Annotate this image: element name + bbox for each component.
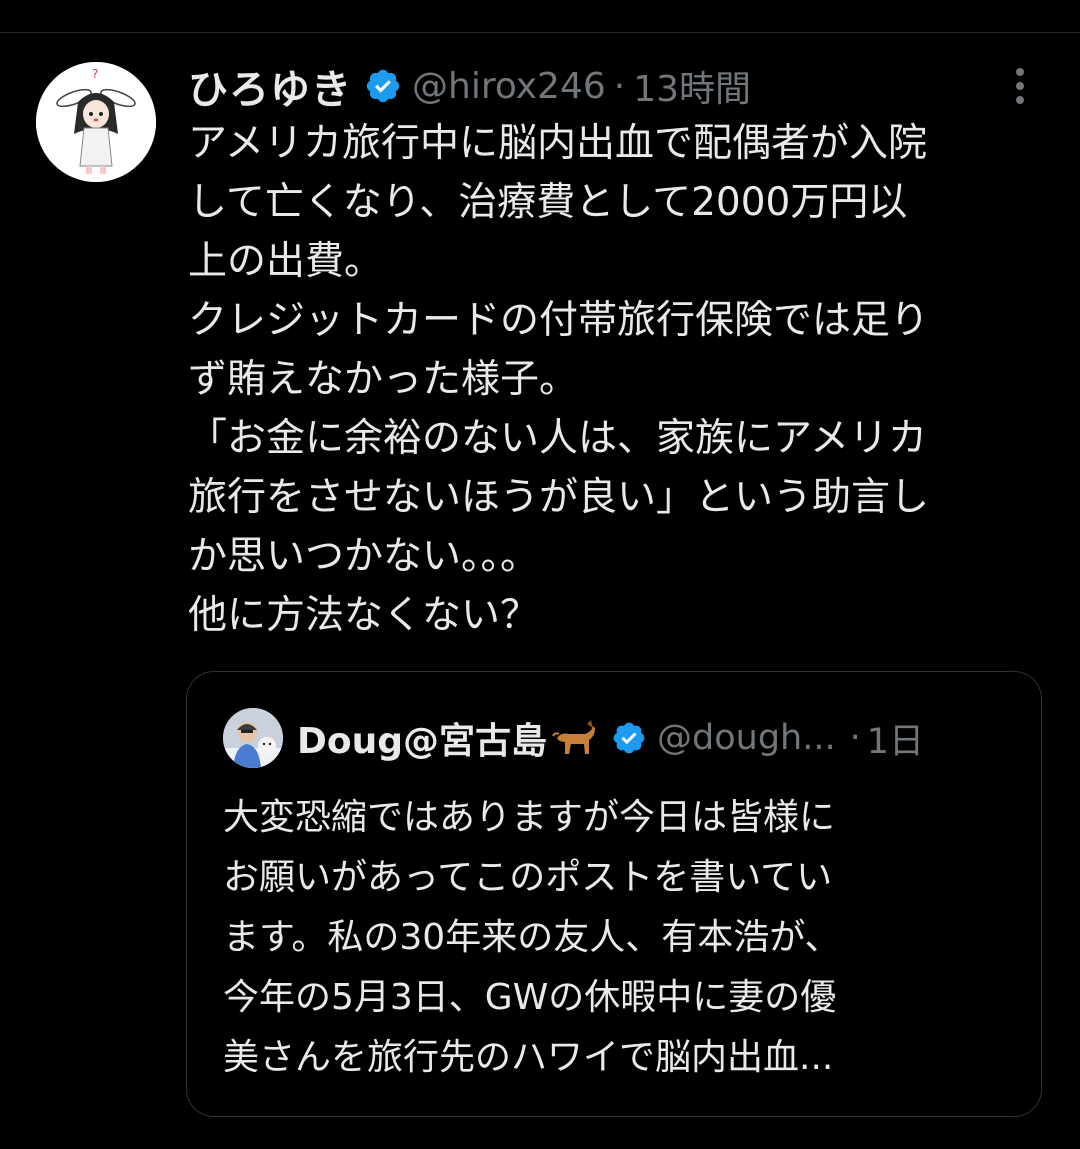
post-text-line: アメリカ旅行中に脳内出血で配偶者が入院 <box>188 121 928 166</box>
svg-text:?: ? <box>92 67 98 81</box>
verified-badge-icon[interactable] <box>611 720 647 756</box>
separator-dot: · <box>849 718 861 758</box>
quoted-text-line: お願いがあってこのポストを書いてい <box>223 857 833 898</box>
quoted-avatar-photo <box>223 708 283 768</box>
verified-badge-icon[interactable] <box>364 67 402 105</box>
quoted-author-avatar[interactable] <box>223 708 283 768</box>
quoted-text-line: ます。私の30年来の友人、有本浩が、 <box>223 917 841 958</box>
quoted-post-timestamp[interactable]: 1日 <box>867 713 924 764</box>
quoted-text-line: 美さんを旅行先のハワイで脳内出血... <box>223 1037 834 1078</box>
post-text-line: ず賄えなかった様子。 <box>188 357 579 402</box>
author-handle[interactable]: @hirox246 <box>412 66 606 107</box>
post-timestamp[interactable]: 13時間 <box>633 60 751 112</box>
avatar-illustration: ? <box>36 62 156 182</box>
post-text-line: 上の出費。 <box>188 239 384 284</box>
post-text-line: 旅行をさせないほうが良い」という助言し <box>188 475 930 520</box>
post-text: アメリカ旅行中に脳内出血で配偶者が入院 して亡くなり、治療費として2000万円以… <box>188 114 1058 645</box>
quoted-text-line: 今年の5月3日、GWの休暇中に妻の優 <box>223 977 837 1018</box>
post-text-line: クレジットカードの付帯旅行保険では足り <box>188 298 930 343</box>
post-text-line: か思いつかない。。。 <box>188 534 540 579</box>
quoted-post-header: Doug@宮古島 @dough... · 1日 <box>297 710 924 766</box>
post-text-line: して亡くなり、治療費として2000万円以 <box>188 180 908 225</box>
quoted-post[interactable]: Doug@宮古島 @dough... · 1日 大変恐縮ではありますが今日は皆様… <box>186 671 1042 1117</box>
post-text-line: 「お金に余裕のない人は、家族にアメリカ <box>188 416 928 461</box>
post-text-line: 他に方法なくない？ <box>188 593 540 638</box>
dog-emoji-icon <box>552 720 596 754</box>
post-header: ひろゆき @hirox246 · 13時間 <box>188 58 751 114</box>
post[interactable]: ? ひろゆき @hirox246 · 13時間 アメリカ旅行中に脳内出血で配偶者… <box>0 0 1080 1117</box>
more-options-icon[interactable] <box>1004 66 1036 106</box>
quoted-author-name[interactable]: Doug@宮古島 <box>297 712 547 764</box>
quoted-post-text: 大変恐縮ではありますが今日は皆様に お願いがあってこのポストを書いてい ます。私… <box>223 788 1013 1088</box>
author-name[interactable]: ひろゆき <box>188 57 352 115</box>
separator-dot: · <box>613 65 626 107</box>
quoted-text-line: 大変恐縮ではありますが今日は皆様に <box>223 797 836 838</box>
author-avatar[interactable]: ? <box>36 62 156 182</box>
quoted-author-handle[interactable]: @dough... <box>657 718 836 758</box>
